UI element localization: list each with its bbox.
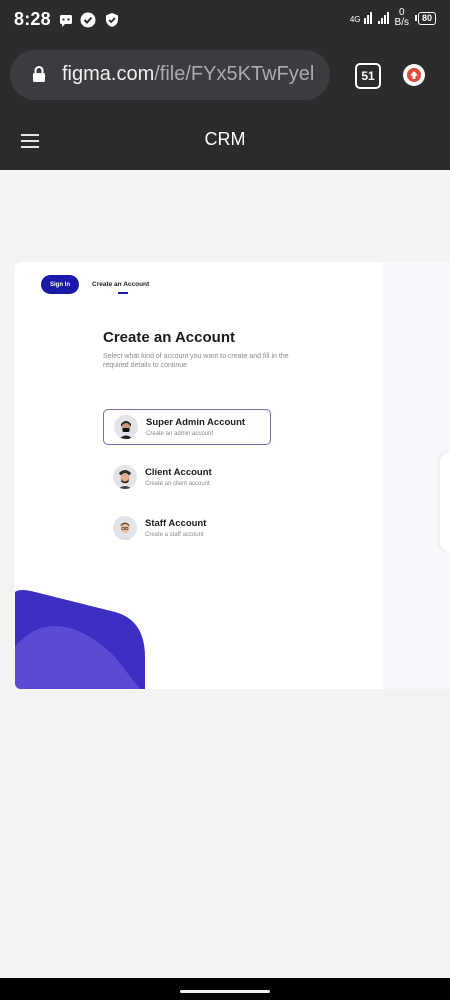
system-nav-bar	[0, 978, 450, 1000]
status-time: 8:28	[14, 9, 51, 29]
active-tab-indicator	[118, 292, 128, 294]
update-button[interactable]	[403, 64, 425, 86]
page-title: Create an Account	[103, 329, 235, 346]
avatar	[113, 465, 137, 489]
option-title: Client Account	[145, 467, 212, 478]
account-option-super-admin[interactable]: Super Admin Account Create an admin acco…	[103, 409, 271, 445]
check-circle-icon	[80, 12, 96, 28]
client-avatar-icon	[113, 465, 137, 489]
option-subtitle: Create a staff account	[145, 532, 204, 538]
account-option-staff[interactable]: Staff Account Create a staff account	[103, 511, 269, 545]
status-bar: 8:28 4G 0 B/s 80	[0, 0, 450, 40]
arrow-up-icon	[407, 68, 421, 82]
decorative-blob	[15, 590, 145, 689]
right-panel	[383, 262, 450, 689]
signal-bars-icon	[377, 12, 389, 24]
url-field[interactable]: figma.com/file/FYx5KTwFyel	[10, 50, 330, 100]
shield-check-icon	[106, 13, 118, 27]
tab-create-account[interactable]: Create an Account	[92, 281, 149, 288]
right-panel-shape	[440, 452, 450, 552]
staff-avatar-icon	[113, 516, 137, 540]
avatar	[114, 415, 138, 439]
status-right: 4G 0 B/s 80	[350, 8, 436, 28]
sign-in-button[interactable]: Sign In	[41, 275, 79, 294]
url-text: figma.com/file/FYx5KTwFyel	[62, 63, 315, 85]
design-frame: Sign In Create an Account Create an Acco…	[15, 262, 450, 689]
option-title: Super Admin Account	[146, 417, 246, 428]
app-bar: CRM	[0, 110, 450, 170]
admin-avatar-icon	[114, 415, 138, 439]
option-subtitle: Create an client account	[145, 481, 210, 487]
tab-count: 51	[361, 69, 375, 83]
message-icon	[60, 15, 72, 27]
option-subtitle: Create an admin account	[146, 431, 214, 437]
lock-icon	[33, 66, 45, 82]
browser-toolbar: figma.com/file/FYx5KTwFyel 51	[0, 40, 450, 110]
avatar	[113, 516, 137, 540]
page-subtitle: Select what kind of account you want to …	[103, 353, 289, 369]
app-title: CRM	[204, 129, 246, 149]
signal-4g-icon: 4G	[350, 12, 372, 24]
option-title: Staff Account	[145, 518, 207, 529]
net-speed: 0 B/s	[394, 7, 409, 28]
tab-switcher-button[interactable]: 51	[355, 63, 381, 89]
account-option-client[interactable]: Client Account Create an client account	[103, 460, 269, 494]
home-gesture-bar[interactable]	[180, 990, 270, 993]
battery-icon: 80	[414, 11, 436, 25]
